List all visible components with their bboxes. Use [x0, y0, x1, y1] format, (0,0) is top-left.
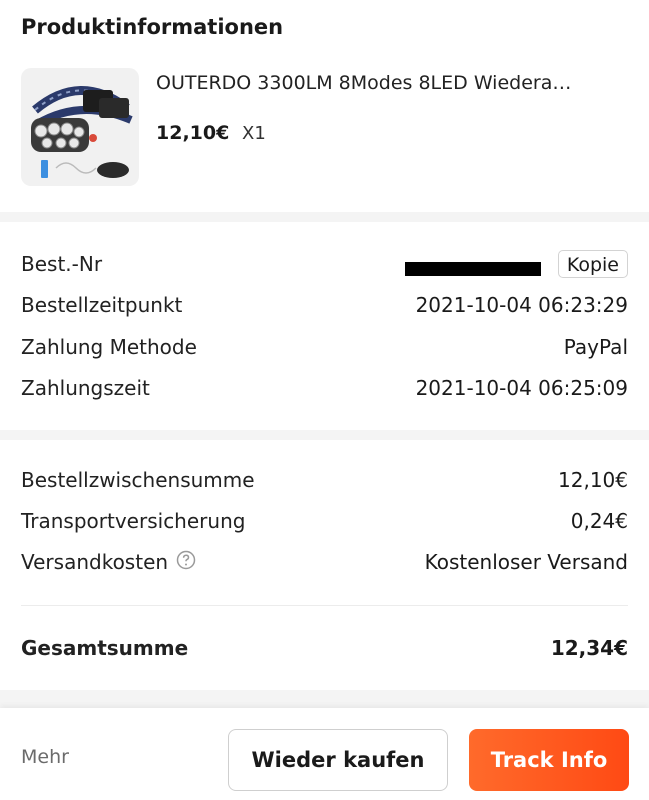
payment-time-label: Zahlungszeit: [21, 376, 150, 400]
buy-again-button[interactable]: Wieder kaufen: [228, 729, 448, 791]
shipping-label-wrap: Versandkosten: [21, 550, 196, 575]
payment-method-value: PayPal: [563, 335, 628, 359]
product-thumbnail[interactable]: [21, 68, 139, 186]
insurance-row: Transportversicherung 0,24€: [21, 509, 628, 539]
order-info-section: Best.-Nr Kopie Bestellzeitpunkt 2021-10-…: [0, 222, 649, 430]
payment-time-row: Zahlungszeit 2021-10-04 06:25:09: [21, 376, 628, 406]
subtotal-label: Bestellzwischensumme: [21, 468, 255, 492]
total-value: 12,34€: [550, 636, 628, 660]
help-circle-icon[interactable]: [176, 550, 196, 575]
order-number-label: Best.-Nr: [21, 252, 103, 276]
total-row: Gesamtsumme 12,34€: [21, 636, 628, 666]
product-quantity: X1: [242, 123, 266, 144]
insurance-label: Transportversicherung: [21, 509, 246, 533]
product-name[interactable]: OUTERDO 3300LM 8Modes 8LED Wiedera…: [156, 72, 626, 94]
bottom-action-bar: Mehr Wieder kaufen Track Info: [0, 708, 649, 800]
subtotal-row: Bestellzwischensumme 12,10€: [21, 468, 628, 498]
subtotal-value: 12,10€: [558, 468, 628, 492]
shipping-value: Kostenloser Versand: [424, 550, 628, 574]
payment-time-value: 2021-10-04 06:25:09: [415, 376, 628, 400]
shipping-label: Versandkosten: [21, 550, 169, 574]
product-price: 12,10€: [156, 122, 230, 144]
section-title: Produktinformationen: [21, 15, 284, 39]
order-number-redacted: [405, 262, 541, 276]
shipping-row: Versandkosten Kostenloser Versand: [21, 550, 628, 580]
total-label: Gesamtsumme: [21, 636, 189, 660]
order-number-row: Best.-Nr Kopie: [21, 250, 628, 282]
order-time-row: Bestellzeitpunkt 2021-10-04 06:23:29: [21, 293, 628, 323]
payment-method-label: Zahlung Methode: [21, 335, 197, 359]
order-time-label: Bestellzeitpunkt: [21, 293, 183, 317]
headlamp-image: [31, 86, 133, 178]
order-time-value: 2021-10-04 06:23:29: [415, 293, 628, 317]
insurance-value: 0,24€: [570, 509, 628, 533]
price-summary-section: Bestellzwischensumme 12,10€ Transportver…: [0, 440, 649, 690]
copy-order-number-button[interactable]: Kopie: [557, 250, 628, 278]
more-button[interactable]: Mehr: [21, 746, 69, 768]
payment-method-row: Zahlung Methode PayPal: [21, 335, 628, 365]
product-info-section: Produktinformationen OUTERDO 3300LM 8Mod…: [0, 0, 649, 212]
divider: [21, 605, 628, 606]
track-info-button[interactable]: Track Info: [469, 729, 629, 791]
